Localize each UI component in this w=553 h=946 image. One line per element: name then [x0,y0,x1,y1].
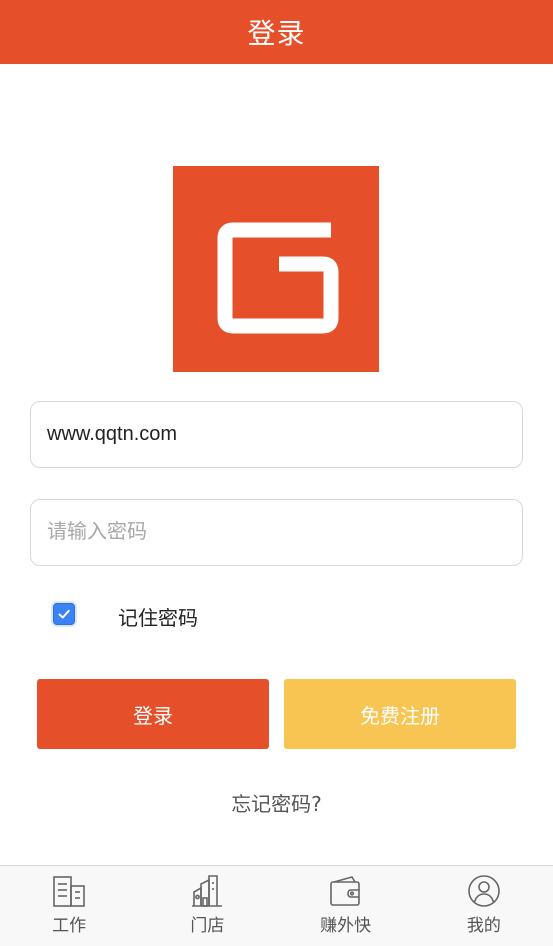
tab-earn-label: 赚外快 [320,916,372,936]
remember-password-label: 记住密码 [118,605,198,630]
tab-work[interactable]: 工作 [0,866,138,946]
store-icon [192,875,223,907]
checkmark-icon [58,609,70,619]
user-icon [468,875,500,907]
username-input[interactable] [30,401,523,468]
tab-mine[interactable]: 我的 [415,866,553,946]
login-screen: 登录 记住密码 登录 免费注册 忘记密码? [0,0,553,946]
tab-earn[interactable]: 赚外快 [277,866,415,946]
password-input[interactable] [30,499,523,566]
page-title: 登录 [247,17,306,50]
tab-store[interactable]: 门店 [138,866,276,946]
tab-work-label: 工作 [52,916,87,936]
register-button[interactable]: 免费注册 [284,679,516,749]
bottom-tab-bar: 工作 门店 赚外快 我的 [0,865,553,946]
app-logo [173,166,379,372]
remember-password-checkbox[interactable] [53,603,75,625]
logo-g-icon [217,222,339,334]
header-bar: 登录 [0,0,553,64]
remember-password-row[interactable]: 记住密码 [53,600,198,630]
tab-mine-label: 我的 [466,916,501,936]
wallet-icon [329,876,360,906]
forgot-password-link[interactable]: 忘记密码? [0,788,553,817]
tab-store-label: 门店 [190,916,225,936]
building-icon [53,876,85,907]
login-button[interactable]: 登录 [37,679,269,749]
